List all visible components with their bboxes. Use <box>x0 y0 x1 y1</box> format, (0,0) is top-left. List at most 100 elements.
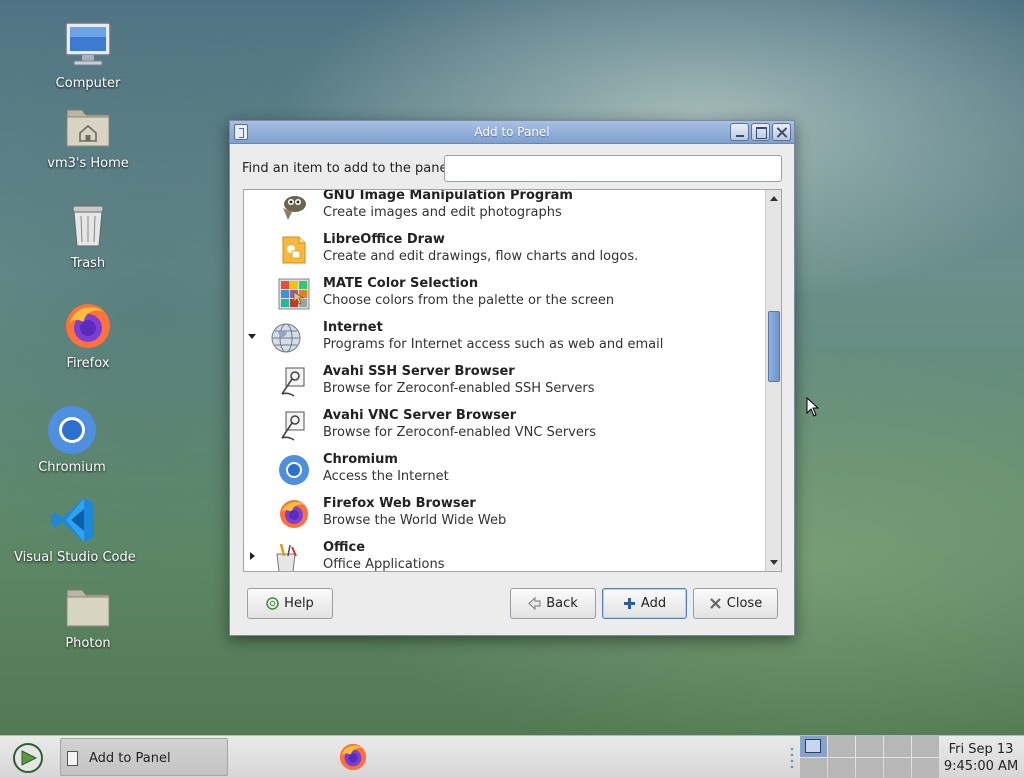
item-description: Browse for Zeroconf-enabled SSH Servers <box>323 381 595 396</box>
scroll-up-icon[interactable] <box>770 196 778 201</box>
item-description: Browse for Zeroconf-enabled VNC Servers <box>323 425 596 440</box>
color-selection-icon <box>278 278 310 310</box>
back-arrow-icon <box>528 596 541 611</box>
item-name: Avahi SSH Server Browser <box>323 364 515 379</box>
workspace-8[interactable] <box>856 758 883 778</box>
panel-drag-handle[interactable] <box>790 746 794 770</box>
folder-icon <box>62 580 114 632</box>
item-description: Create and edit drawings, flow charts an… <box>323 249 639 264</box>
vscode-icon <box>48 494 100 546</box>
item-description: Choose colors from the palette or the sc… <box>323 293 615 308</box>
desktop-icon-label: Trash <box>70 256 106 271</box>
list-item-avahi-ssh[interactable]: Avahi SSH Server Browser Browse for Zero… <box>244 360 765 404</box>
plus-icon <box>623 597 636 610</box>
bottom-panel: Add to Panel Fri Sep 13 9:45:00 AM <box>0 735 1024 778</box>
close-x-icon <box>709 597 722 610</box>
desktop-icon-home[interactable]: vm3's Home <box>28 100 148 171</box>
computer-icon <box>62 20 114 72</box>
list-item-gimp[interactable]: GNU Image Manipulation Program Create im… <box>244 189 765 228</box>
add-button[interactable]: Add <box>602 588 687 619</box>
home-folder-icon <box>62 100 114 152</box>
find-label: Find an item to add to the panel: <box>242 161 456 176</box>
workspace-1[interactable] <box>800 736 827 757</box>
item-list-content: GNU Image Manipulation Program Create im… <box>244 189 765 572</box>
desktop-icon-label: Visual Studio Code <box>14 550 136 565</box>
add-button-label: Add <box>640 596 667 611</box>
desktop-icon-photon[interactable]: Photon <box>28 580 148 651</box>
desktop-icon-chromium[interactable]: Chromium <box>12 404 132 475</box>
item-list[interactable]: GNU Image Manipulation Program Create im… <box>243 189 782 572</box>
help-button-label: Help <box>284 596 314 611</box>
libreoffice-draw-icon <box>278 234 310 266</box>
scroll-thumb[interactable] <box>768 311 780 382</box>
firefox-icon <box>62 300 114 352</box>
clock-time: 9:45:00 AM <box>943 759 1019 774</box>
firefox-launcher-icon[interactable] <box>338 742 368 772</box>
back-button[interactable]: Back <box>510 588 596 619</box>
desktop-icon-label: Chromium <box>38 460 106 475</box>
list-item-chromium[interactable]: Chromium Access the Internet <box>244 448 765 492</box>
list-item-mate-color-selection[interactable]: MATE Color Selection Choose colors from … <box>244 272 765 316</box>
list-item-avahi-vnc[interactable]: Avahi VNC Server Browser Browse for Zero… <box>244 404 765 448</box>
item-name: Firefox Web Browser <box>323 496 476 511</box>
workspace-6[interactable] <box>800 758 827 778</box>
workspace-9[interactable] <box>884 758 911 778</box>
item-name: LibreOffice Draw <box>323 232 445 247</box>
item-name: Chromium <box>323 452 398 467</box>
workspace-5[interactable] <box>912 736 939 757</box>
close-window-button[interactable] <box>772 123 791 141</box>
item-description: Browse the World Wide Web <box>323 513 507 528</box>
workspace-switcher[interactable] <box>800 736 939 778</box>
clock[interactable]: Fri Sep 13 9:45:00 AM <box>942 741 1020 775</box>
workspace-2[interactable] <box>828 736 855 757</box>
minimize-button[interactable] <box>730 123 749 141</box>
find-row: Find an item to add to the panel: <box>242 155 782 183</box>
list-item-firefox[interactable]: Firefox Web Browser Browse the World Wid… <box>244 492 765 536</box>
workspace-4[interactable] <box>884 736 911 757</box>
taskbar-window-button[interactable]: Add to Panel <box>60 738 228 776</box>
item-description: Programs for Internet access such as web… <box>323 337 664 352</box>
help-button[interactable]: Help <box>247 588 333 619</box>
gimp-icon <box>278 190 310 222</box>
scroll-down-icon[interactable] <box>770 560 778 565</box>
maximize-button[interactable] <box>751 123 770 141</box>
window-controls <box>730 123 791 141</box>
show-desktop-icon[interactable] <box>10 740 46 776</box>
list-item-libreoffice-draw[interactable]: LibreOffice Draw Create and edit drawing… <box>244 228 765 272</box>
item-description: Access the Internet <box>323 469 449 484</box>
desktop-icon-label: vm3's Home <box>47 156 129 171</box>
avahi-ssh-icon <box>278 366 310 398</box>
workspace-7[interactable] <box>828 758 855 778</box>
list-item-office-category[interactable]: Office Office Applications <box>244 536 765 572</box>
item-name: Office <box>323 540 366 555</box>
desktop-icon-vscode[interactable]: Visual Studio Code <box>14 494 136 565</box>
item-description: Office Applications <box>323 557 445 572</box>
item-name: MATE Color Selection <box>323 276 479 291</box>
chromium-icon <box>278 454 310 486</box>
desktop-icon-firefox[interactable]: Firefox <box>28 300 148 371</box>
clock-date: Fri Sep 13 <box>948 742 1014 757</box>
expander-collapsed-icon[interactable] <box>250 552 255 560</box>
desktop-icon-label: Firefox <box>66 356 110 371</box>
expander-expanded-icon[interactable] <box>248 334 256 339</box>
office-icon <box>270 542 302 571</box>
workspace-10[interactable] <box>912 758 939 778</box>
item-name: GNU Image Manipulation Program <box>323 189 573 203</box>
window-icon <box>67 751 78 766</box>
list-item-internet-category[interactable]: Internet Programs for Internet access su… <box>244 316 765 360</box>
help-icon <box>266 597 279 610</box>
back-button-label: Back <box>546 596 578 611</box>
window-titlebar[interactable]: Add to Panel <box>230 121 794 144</box>
add-to-panel-dialog: Add to Panel Find an item to add to the … <box>229 120 795 636</box>
chromium-icon <box>46 404 98 456</box>
desktop-icon-trash[interactable]: Trash <box>28 200 148 271</box>
avahi-vnc-icon <box>278 410 310 442</box>
workspace-3[interactable] <box>856 736 883 757</box>
taskbar-window-label: Add to Panel <box>89 751 171 766</box>
list-scrollbar[interactable] <box>765 190 781 571</box>
item-description: Create images and edit photographs <box>323 205 562 220</box>
desktop-icon-computer[interactable]: Computer <box>28 20 148 91</box>
close-button[interactable]: Close <box>693 588 778 619</box>
firefox-icon <box>278 498 310 530</box>
search-input[interactable] <box>444 155 782 182</box>
